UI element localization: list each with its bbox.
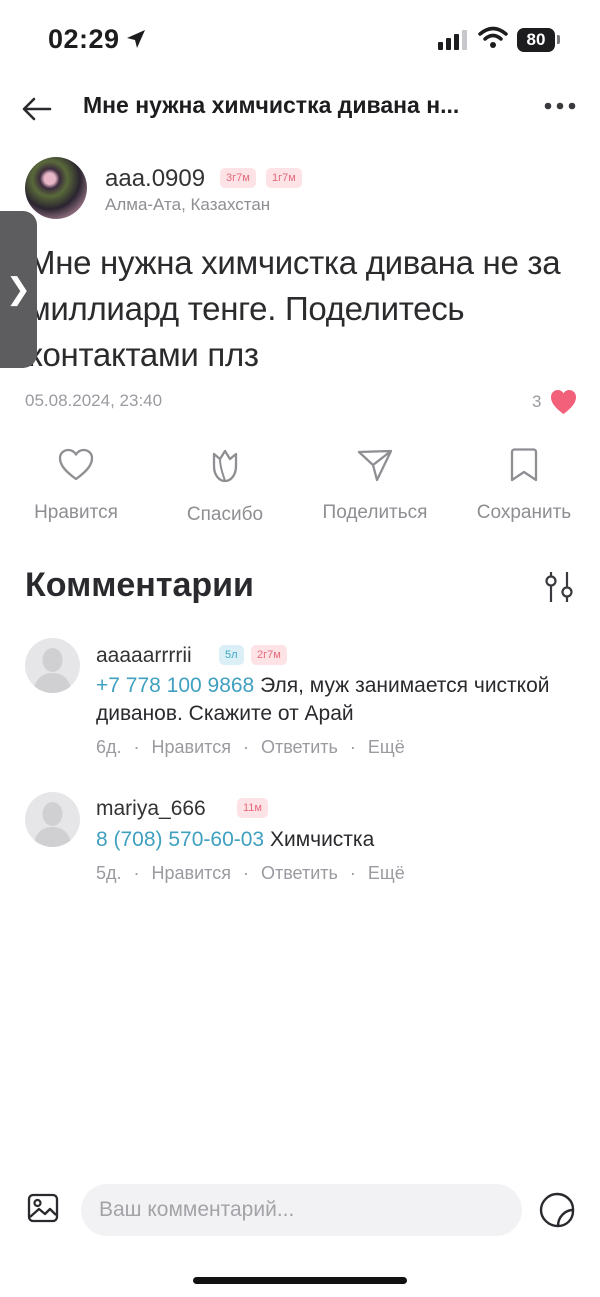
comment-meta: 5д. · Нравится · Ответить · Ещё [96, 863, 405, 884]
status-bar: 02:29 80 [0, 0, 600, 80]
cellular-signal-icon [438, 30, 467, 50]
more-options-icon[interactable] [543, 100, 577, 112]
default-user-icon [33, 802, 72, 847]
likes-count: 3 [532, 392, 542, 411]
battery-indicator: 80 [517, 28, 555, 52]
share-label: Поделиться [322, 502, 428, 523]
share-action[interactable]: Поделиться [310, 448, 440, 524]
like-label: Нравится [34, 502, 118, 523]
comment-like-button[interactable]: Нравится [152, 863, 231, 883]
post-date: 05.08.2024, 23:40 [25, 391, 163, 410]
filter-sliders-icon[interactable] [541, 570, 577, 604]
status-time: 02:29 [48, 24, 120, 54]
comment-text: +7 778 100 9868 Эля, муж занимается чист… [96, 672, 566, 728]
like-action[interactable]: Нравится [11, 448, 141, 524]
separator: · [349, 737, 356, 757]
author-badge: 3г7м [220, 168, 256, 188]
save-action[interactable]: Сохранить [459, 448, 589, 524]
separator: · [349, 863, 356, 883]
tulip-icon [212, 449, 238, 483]
battery-tip [557, 35, 560, 44]
comment-reply-button[interactable]: Ответить [261, 737, 338, 757]
comment-body: Химчистка [264, 828, 375, 851]
author-avatar[interactable] [25, 157, 87, 219]
save-label: Сохранить [476, 502, 572, 523]
comment-age: 5д. [96, 863, 122, 883]
comment-avatar[interactable] [25, 792, 80, 847]
comment-avatar[interactable] [25, 638, 80, 693]
comment-like-button[interactable]: Нравится [152, 737, 231, 757]
comment-phone-link[interactable]: 8 (708) 570-60-03 [96, 828, 264, 851]
bookmark-icon [510, 448, 538, 482]
heart-filled-icon[interactable] [550, 389, 577, 415]
comment-phone-link[interactable]: +7 778 100 9868 [96, 674, 254, 697]
paper-plane-icon [357, 449, 393, 482]
comment-age: 6д. [96, 737, 122, 757]
default-user-icon [33, 648, 72, 693]
author-badge: 1г7м [266, 168, 302, 188]
side-panel-handle[interactable]: ❯ [0, 211, 37, 368]
separator: · [133, 863, 140, 883]
comment-username[interactable]: aaaaarrrrii [96, 644, 192, 668]
comment-meta: 6д. · Нравится · Ответить · Ещё [96, 737, 405, 758]
post-text: Мне нужна химчистка дивана не за миллиар… [28, 244, 561, 373]
back-arrow-icon[interactable] [20, 92, 54, 126]
comment-text: 8 (708) 570-60-03 Химчистка [96, 826, 566, 854]
author-location: Алма-Ата, Казахстан [105, 195, 271, 214]
sticker-icon[interactable] [538, 1191, 576, 1229]
image-attach-icon[interactable] [27, 1192, 59, 1224]
comment-username[interactable]: mariya_666 [96, 797, 206, 821]
comment-reply-button[interactable]: Ответить [261, 863, 338, 883]
author-username[interactable]: aaa.0909 [105, 165, 205, 193]
location-arrow-icon [127, 30, 145, 48]
comment-badge: 5л [219, 645, 244, 665]
comment-badge: 11м [237, 798, 268, 818]
page-title: Мне нужна химчистка дивана н... [83, 92, 460, 118]
separator: · [133, 737, 140, 757]
separator: · [242, 737, 249, 757]
thanks-label: Спасибо [186, 504, 264, 525]
thanks-action[interactable]: Спасибо [160, 448, 290, 526]
comment-input[interactable] [81, 1184, 522, 1236]
comment-more-button[interactable]: Ещё [368, 737, 405, 757]
separator: · [242, 863, 249, 883]
heart-outline-icon [58, 448, 94, 481]
wifi-icon [478, 26, 508, 48]
comment-badge: 2г7м [251, 645, 287, 665]
comments-heading: Комментарии [25, 566, 254, 604]
comment-more-button[interactable]: Ещё [368, 863, 405, 883]
home-indicator [193, 1277, 407, 1284]
